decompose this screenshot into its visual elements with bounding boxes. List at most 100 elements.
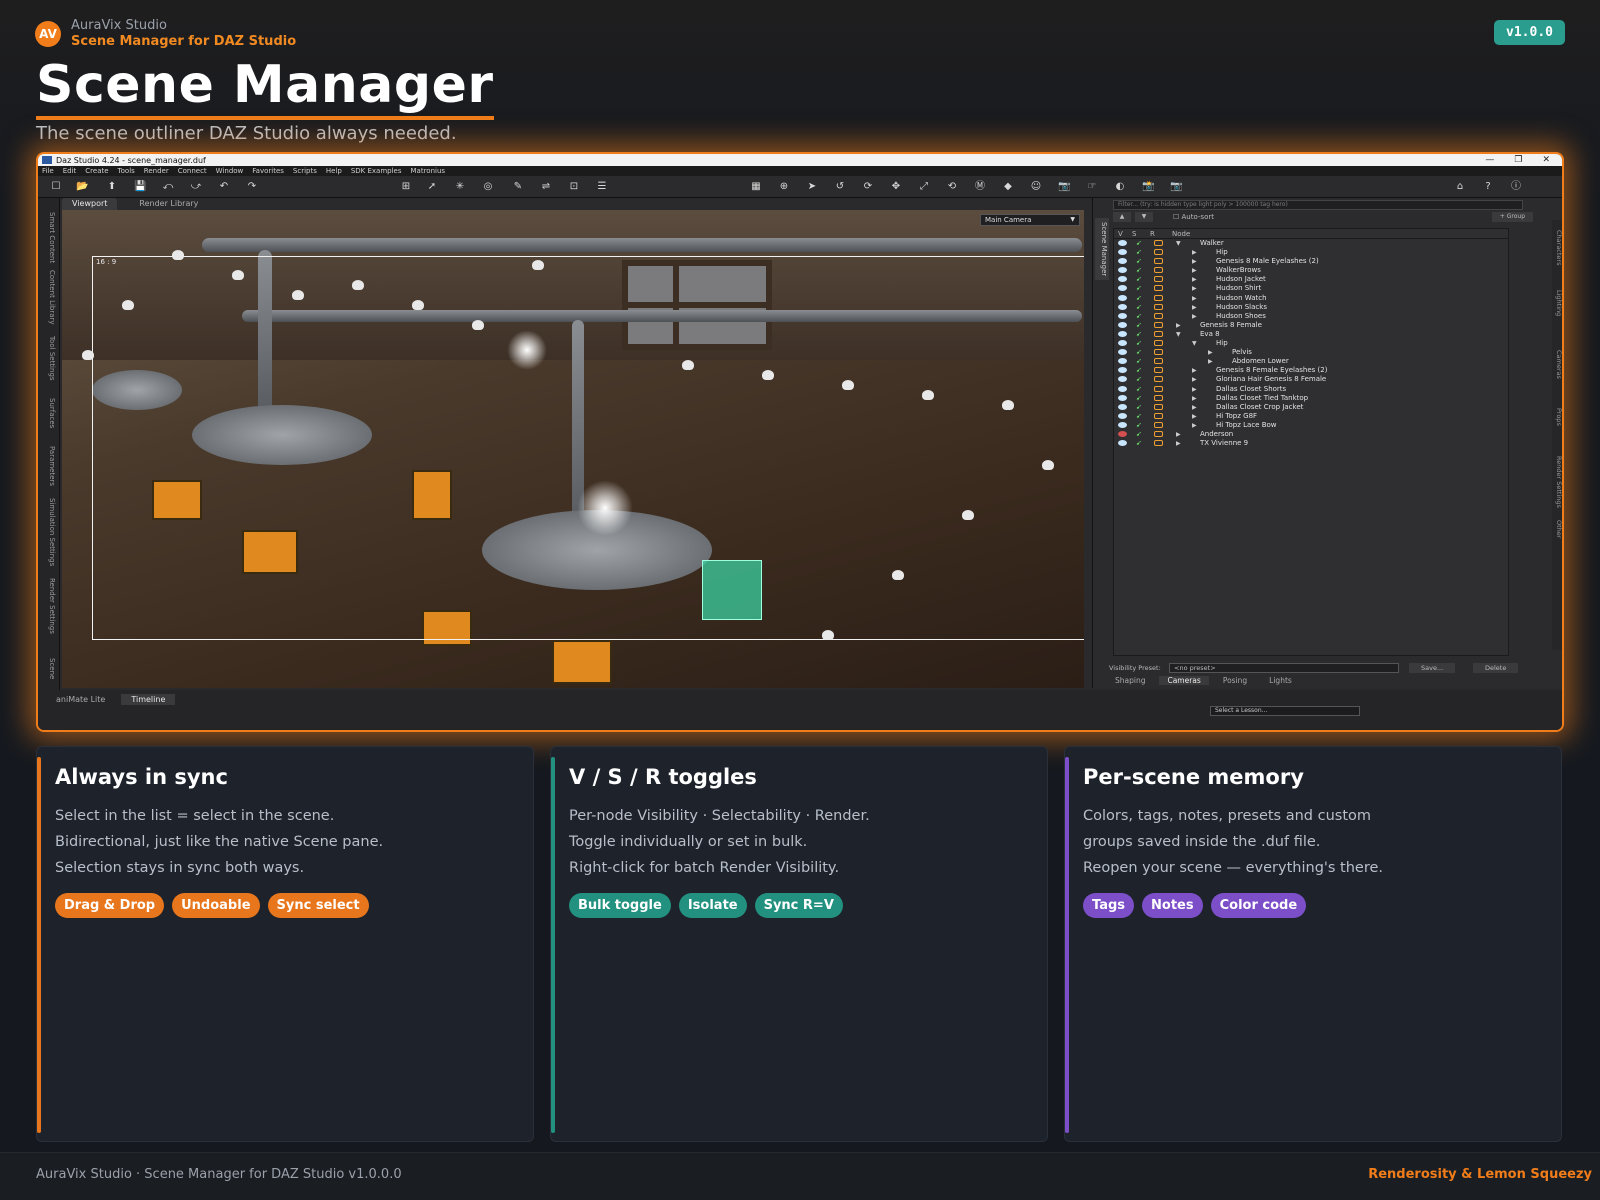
- scene-node-row[interactable]: ➹ ▼ Walker: [1114, 239, 1508, 248]
- selectable-cursor-icon[interactable]: ➹: [1136, 276, 1143, 283]
- selectable-cursor-icon[interactable]: ➹: [1136, 303, 1143, 311]
- left-tab-render-settings[interactable]: Render Settings: [42, 578, 56, 634]
- scene-node-row[interactable]: ➹ ▶ Hudson Slacks: [1114, 303, 1508, 312]
- viewport[interactable]: 16 : 9 Main Camera: [62, 210, 1084, 688]
- visibility-eye-icon[interactable]: [1118, 321, 1127, 328]
- visibility-eye-icon[interactable]: [1118, 249, 1127, 256]
- scene-node-row[interactable]: ➹ ▶ Dallas Closet Shorts: [1114, 385, 1508, 394]
- render-camera-icon[interactable]: [1154, 376, 1163, 383]
- render-camera-icon[interactable]: [1154, 394, 1163, 401]
- left-tab-smart-content[interactable]: Smart Content: [42, 212, 56, 263]
- collapsed-triangle-icon[interactable]: ▶: [1192, 257, 1197, 266]
- scene-node-row[interactable]: ➹ ▼ Hip: [1114, 339, 1508, 348]
- scene-node-row[interactable]: ➹ ▶ Genesis 8 Male Eyelashes (2): [1114, 257, 1508, 266]
- toolbar-transform-icon[interactable]: ✥: [890, 181, 902, 193]
- toolbar-tool-icon[interactable]: 💾: [134, 181, 146, 193]
- visibility-eye-icon[interactable]: [1118, 276, 1127, 283]
- visibility-eye-icon[interactable]: [1118, 330, 1127, 337]
- column-node[interactable]: Node: [1172, 229, 1190, 238]
- visibility-eye-icon[interactable]: [1118, 358, 1127, 365]
- menu-edit[interactable]: Edit: [63, 167, 77, 175]
- toolbar-tool-icon[interactable]: ↶: [218, 181, 230, 193]
- close-icon[interactable]: ✕: [1542, 155, 1550, 165]
- add-group-button[interactable]: + Group: [1491, 212, 1533, 222]
- render-camera-icon[interactable]: [1154, 285, 1163, 292]
- tab-render-library[interactable]: Render Library: [129, 198, 208, 210]
- toolbar-tool-icon[interactable]: ⊡: [568, 181, 580, 193]
- visibility-eye-icon[interactable]: [1118, 376, 1127, 383]
- toolbar-transform-icon[interactable]: ↺: [834, 181, 846, 193]
- scene-node-row[interactable]: ➹ ▶ Hudson Watch: [1114, 294, 1508, 303]
- toolbar-tool-icon[interactable]: ⬆: [106, 181, 118, 193]
- scene-node-row[interactable]: ➹ ▶ Hudson Shoes: [1114, 312, 1508, 321]
- toolbar-tool-icon[interactable]: ☐: [50, 181, 62, 193]
- info-icon[interactable]: ⓘ: [1510, 181, 1522, 193]
- selectable-cursor-icon[interactable]: ➹: [1136, 412, 1143, 420]
- collapsed-triangle-icon[interactable]: ▶: [1208, 357, 1213, 366]
- collapsed-triangle-icon[interactable]: ▶: [1192, 375, 1197, 384]
- right-tab-lighting[interactable]: Lighting: [1555, 290, 1562, 316]
- collapsed-triangle-icon[interactable]: ▶: [1192, 303, 1197, 312]
- scene-node-row[interactable]: ➹ ▼ Eva 8: [1114, 330, 1508, 339]
- selectable-cursor-icon[interactable]: ➹: [1136, 267, 1143, 274]
- scene-node-row[interactable]: ➹ ▶ Genesis 8 Female Eyelashes (2): [1114, 366, 1508, 375]
- render-camera-icon[interactable]: [1154, 249, 1163, 256]
- left-tab-simulation-settings[interactable]: Simulation Settings: [42, 498, 56, 566]
- visibility-eye-icon[interactable]: [1118, 349, 1127, 356]
- tab-shaping[interactable]: Shaping: [1107, 676, 1153, 685]
- scene-node-row[interactable]: ➹ ▶ Hudson Shirt: [1114, 284, 1508, 293]
- render-camera-icon[interactable]: [1154, 276, 1163, 283]
- scene-node-row[interactable]: ➹ ▶ TX Vivienne 9: [1114, 439, 1508, 448]
- visibility-eye-icon[interactable]: [1118, 403, 1127, 410]
- scene-node-row[interactable]: ➹ ▶ Gloriana Hair Genesis 8 Female: [1114, 375, 1508, 384]
- tab-posing[interactable]: Posing: [1215, 676, 1255, 685]
- visibility-eye-icon[interactable]: [1118, 421, 1127, 428]
- scene-node-row[interactable]: ➹ ▶ Pelvis: [1114, 348, 1508, 357]
- menu-window[interactable]: Window: [216, 167, 244, 175]
- right-tab-props[interactable]: Props: [1555, 408, 1562, 426]
- tab-cameras[interactable]: Cameras: [1159, 676, 1209, 685]
- save-preset-button[interactable]: Save...: [1409, 663, 1456, 673]
- left-tab-parameters[interactable]: Parameters: [42, 446, 56, 486]
- toolbar-transform-icon[interactable]: ◆: [1002, 181, 1014, 193]
- render-camera-icon[interactable]: [1154, 258, 1163, 265]
- collapsed-triangle-icon[interactable]: ▶: [1176, 430, 1181, 439]
- render-camera-icon[interactable]: [1154, 321, 1163, 328]
- visibility-eye-icon[interactable]: [1118, 240, 1127, 246]
- scene-node-row[interactable]: ➹ ▶ Hi Topz G8F: [1114, 412, 1508, 421]
- render-camera-icon[interactable]: [1154, 340, 1163, 347]
- visibility-eye-icon[interactable]: [1118, 430, 1127, 437]
- collapsed-triangle-icon[interactable]: ▶: [1192, 294, 1197, 303]
- toolbar-tool-icon[interactable]: ⇌: [540, 181, 552, 193]
- toolbar-transform-icon[interactable]: ▦: [750, 181, 762, 193]
- render-camera-icon[interactable]: [1154, 330, 1163, 337]
- render-camera-icon[interactable]: [1154, 294, 1163, 301]
- camera-select[interactable]: Main Camera: [980, 214, 1080, 226]
- toolbar-tool-icon[interactable]: ⤺: [162, 181, 174, 193]
- delete-preset-button[interactable]: Delete: [1473, 663, 1519, 673]
- tab-animate-lite[interactable]: aniMate Lite: [46, 694, 115, 705]
- scene-node-row[interactable]: ➹ ▶ Abdomen Lower: [1114, 357, 1508, 366]
- visibility-eye-icon[interactable]: [1118, 440, 1127, 447]
- visibility-eye-icon[interactable]: [1118, 340, 1127, 347]
- toolbar-transform-icon[interactable]: Ⓜ: [974, 181, 986, 193]
- toolbar-tool-icon[interactable]: ⊞: [400, 181, 412, 193]
- toolbar-tool-icon[interactable]: ➚: [426, 181, 438, 193]
- collapsed-triangle-icon[interactable]: ▶: [1176, 439, 1181, 448]
- column-selectable[interactable]: S: [1132, 229, 1150, 238]
- toolbar-transform-icon[interactable]: 📸: [1142, 181, 1154, 193]
- scene-node-row[interactable]: ➹ ▶ Genesis 8 Female: [1114, 321, 1508, 330]
- selectable-cursor-icon[interactable]: ➹: [1136, 403, 1143, 411]
- render-camera-icon[interactable]: [1154, 367, 1163, 374]
- menu-connect[interactable]: Connect: [178, 167, 207, 175]
- menu-scripts[interactable]: Scripts: [293, 167, 317, 175]
- toolbar-tool-icon[interactable]: ✎: [512, 181, 524, 193]
- menu-help[interactable]: Help: [326, 167, 342, 175]
- left-tab-surfaces[interactable]: Surfaces: [42, 398, 56, 428]
- selectable-cursor-icon[interactable]: ➹: [1136, 312, 1143, 320]
- left-tab-content-library[interactable]: Content Library: [42, 270, 56, 325]
- visibility-eye-icon[interactable]: [1118, 394, 1127, 401]
- menu-tools[interactable]: Tools: [118, 167, 135, 175]
- scene-node-row[interactable]: ➹ ▶ Hudson Jacket: [1114, 275, 1508, 284]
- render-camera-icon[interactable]: [1154, 440, 1163, 447]
